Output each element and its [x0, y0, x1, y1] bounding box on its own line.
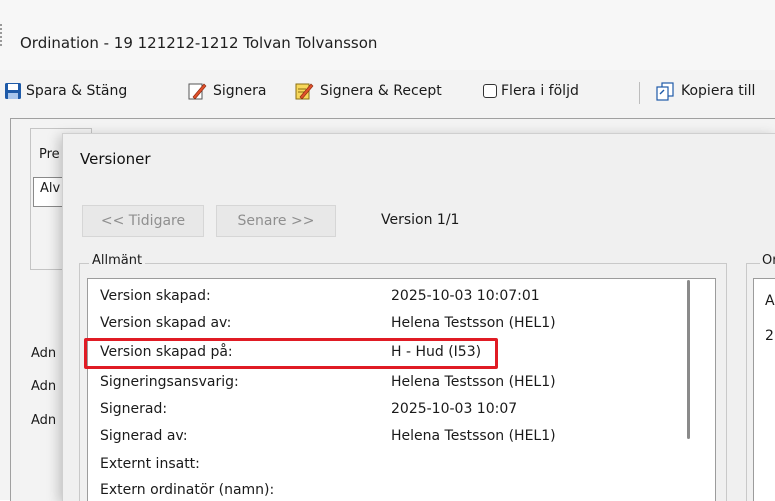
multi-label: Flera i följd — [501, 83, 579, 99]
scrollbar-thumb[interactable] — [687, 280, 690, 439]
row-value: Helena Testsson (HEL1) — [391, 374, 556, 390]
row-label: Extern ordinatör (namn): — [100, 482, 275, 498]
floppy-disk-icon — [5, 83, 21, 99]
row-value: Helena Testsson (HEL1) — [391, 315, 556, 331]
pen-notepad-icon — [295, 83, 314, 100]
ordination-line: A — [765, 293, 775, 309]
ordination-info-list — [753, 278, 775, 501]
copy-documents-icon — [656, 82, 674, 101]
adm-label: Adn — [31, 379, 57, 394]
previous-version-button[interactable]: << Tidigare — [82, 205, 204, 237]
multi-checkbox[interactable]: Flera i följd — [483, 80, 579, 102]
version-counter: Version 1/1 — [381, 212, 460, 228]
save-close-button[interactable]: Spara & Stäng — [4, 80, 127, 102]
general-group-title: Allmänt — [89, 253, 146, 268]
checkbox-box[interactable] — [483, 84, 497, 98]
row-label: Signeringsansvarig: — [100, 374, 239, 390]
save-close-label: Spara & Stäng — [26, 83, 128, 99]
dialog-title: Versioner — [80, 150, 151, 168]
adm-label: Adn — [31, 413, 57, 428]
adm-label: Adn — [31, 346, 57, 361]
sign-button[interactable]: Signera — [187, 80, 266, 102]
next-version-button[interactable]: Senare >> — [216, 205, 336, 237]
toolbar-separator — [639, 82, 640, 104]
row-label: Version skapad av: — [100, 315, 232, 331]
pre-label: Pre — [39, 147, 60, 162]
pre-combobox-value: Alv — [40, 181, 61, 196]
row-value: 2025-10-03 10:07:01 — [391, 288, 540, 304]
ordination-line: 2 — [765, 328, 774, 344]
pen-document-icon — [188, 83, 207, 100]
row-value: Helena Testsson (HEL1) — [391, 428, 556, 444]
sign-recipe-label: Signera & Recept — [320, 83, 442, 99]
window-title: Ordination - 19 121212-1212 Tolvan Tolva… — [20, 34, 378, 52]
copy-to-label: Kopiera till — [681, 83, 756, 99]
ordination-group-title: Or — [760, 253, 775, 268]
toolbar: Spara & Stäng Signera Signera & Recept F… — [0, 74, 775, 108]
sign-recipe-button[interactable]: Signera & Recept — [294, 80, 442, 102]
row-label: Externt insatt: — [100, 456, 200, 472]
highlight-box — [84, 338, 498, 369]
row-label: Signerad av: — [100, 428, 188, 444]
row-label: Signerad: — [100, 401, 168, 417]
sign-label: Signera — [213, 83, 267, 99]
window-edge-grip — [0, 24, 2, 46]
row-value: 2025-10-03 10:07 — [391, 401, 518, 417]
copy-to-button[interactable]: Kopiera till — [655, 80, 755, 102]
row-label: Version skapad: — [100, 288, 211, 304]
